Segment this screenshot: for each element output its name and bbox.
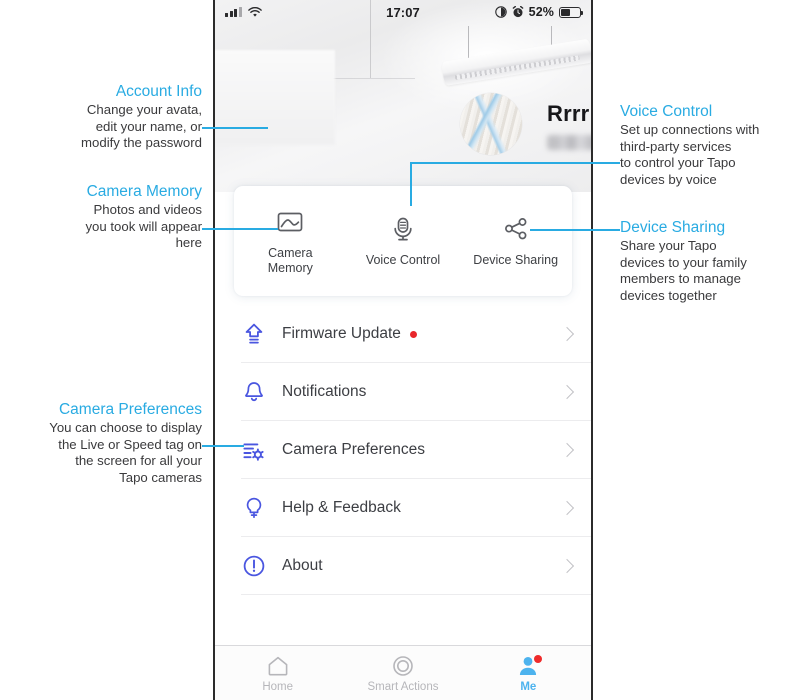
list-item-camera-preferences[interactable]: Camera Preferences — [215, 421, 591, 478]
avatar[interactable] — [460, 93, 522, 155]
smart-actions-icon — [393, 655, 413, 676]
lamp-body — [441, 38, 591, 86]
profile-name: Rrrr — [547, 101, 590, 126]
tab-me[interactable]: Me — [466, 646, 591, 700]
chevron-right-icon — [559, 500, 575, 515]
list-item-label: Camera Preferences — [282, 440, 426, 458]
new-badge-dot — [409, 330, 417, 338]
quick-action-label: Device Sharing — [473, 253, 559, 267]
list-item-label: Help & Feedback — [282, 498, 401, 516]
quick-action-label-line1: Camera — [268, 245, 313, 260]
status-bar: 17:07 52% — [215, 0, 591, 24]
annotation-title: Camera Memory — [86, 183, 202, 200]
list-item-label: Notifications — [282, 382, 367, 400]
leader-line-camera-preferences — [202, 445, 244, 447]
wall-panel-decor — [215, 50, 335, 145]
annotation-title: Device Sharing — [620, 219, 726, 236]
sliders-gear-icon — [241, 437, 267, 463]
chevron-right-icon — [559, 558, 575, 573]
settings-list: Firmware Update Notifications Camera Pre… — [215, 305, 591, 595]
quick-action-label: Voice Control — [365, 253, 441, 267]
list-item-about[interactable]: About — [215, 537, 591, 594]
annotation-body: Set up connections with third-party servi… — [620, 122, 760, 187]
home-icon — [268, 656, 288, 675]
photo-image-icon — [277, 212, 303, 231]
quick-actions-card: Camera Memory Voice Control Device Shari… — [234, 186, 572, 296]
leader-line-voice-control-v — [410, 162, 412, 206]
info-circle-icon — [241, 553, 267, 579]
ceiling-lamp-photo — [441, 26, 591, 106]
lamp-cord-left — [468, 26, 469, 62]
screenshot-stage: 17:07 52% Rrrr Camera Memory Voice Contr… — [0, 0, 803, 700]
leader-line-voice-control-h — [410, 162, 620, 164]
quick-action-label: Camera Memory — [268, 246, 313, 276]
lightbulb-icon — [241, 495, 267, 521]
tab-label: Home — [262, 680, 293, 693]
bell-icon — [241, 379, 267, 405]
microphone-icon — [394, 217, 412, 241]
list-item-label: About — [282, 556, 323, 574]
annotation-title: Account Info — [115, 83, 202, 100]
profile-email-blurred — [547, 135, 591, 150]
rotation-lock-icon — [494, 6, 507, 18]
annotation-voice-control: Voice Control Set up connections with thi… — [620, 102, 800, 188]
annotation-body: Change your avata, edit your name, or modi… — [81, 102, 202, 151]
quick-action-label-line2: Memory — [267, 260, 313, 275]
leader-line-camera-memory — [202, 228, 278, 230]
tab-label: Smart Actions — [367, 680, 439, 693]
annotation-body: Photos and videos you took will appear her… — [85, 202, 202, 251]
tab-label: Me — [520, 680, 537, 693]
annotation-camera-preferences: Camera Preferences You can choose to dis… — [6, 400, 202, 486]
chevron-right-icon — [559, 384, 575, 399]
annotation-body: You can choose to display the Live or Spe… — [49, 420, 202, 485]
share-nodes-icon — [504, 218, 527, 240]
leader-line-account-info — [202, 127, 268, 129]
phone-mockup: 17:07 52% Rrrr Camera Memory Voice Contr… — [213, 0, 593, 700]
quick-action-voice-control[interactable]: Voice Control — [347, 186, 460, 296]
annotation-title: Camera Preferences — [58, 401, 202, 418]
alarm-clock-icon — [512, 6, 523, 18]
annotation-device-sharing: Device Sharing Share your Tapo devices to… — [620, 218, 800, 304]
bottom-tab-bar: Home Smart Actions Me — [215, 645, 591, 700]
leader-line-device-sharing — [530, 229, 620, 231]
list-separator — [241, 594, 591, 595]
list-item-firmware-update[interactable]: Firmware Update — [215, 305, 591, 362]
annotation-account-info: Account Info Change your avata, edit your… — [10, 82, 202, 152]
annotation-body: Share your Tapo devices to your family mem… — [620, 238, 747, 303]
quick-action-device-sharing[interactable]: Device Sharing — [459, 186, 572, 296]
battery-icon — [559, 6, 584, 18]
quick-action-camera-memory[interactable]: Camera Memory — [234, 186, 347, 296]
me-badge-dot — [533, 655, 542, 663]
tab-smart-actions[interactable]: Smart Actions — [340, 646, 465, 700]
annotation-camera-memory: Camera Memory Photos and videos you took … — [10, 182, 202, 252]
list-item-notifications[interactable]: Notifications — [215, 363, 591, 420]
tab-home[interactable]: Home — [215, 646, 340, 700]
firmware-upload-icon — [241, 321, 267, 347]
status-bar-right: 52% — [494, 5, 584, 19]
annotation-title: Voice Control — [620, 103, 713, 120]
chevron-right-icon — [559, 326, 575, 341]
chevron-right-icon — [559, 442, 575, 457]
list-item-label: Firmware Update — [282, 324, 401, 342]
list-item-help-feedback[interactable]: Help & Feedback — [215, 479, 591, 536]
battery-percent-label: 52% — [528, 5, 554, 19]
